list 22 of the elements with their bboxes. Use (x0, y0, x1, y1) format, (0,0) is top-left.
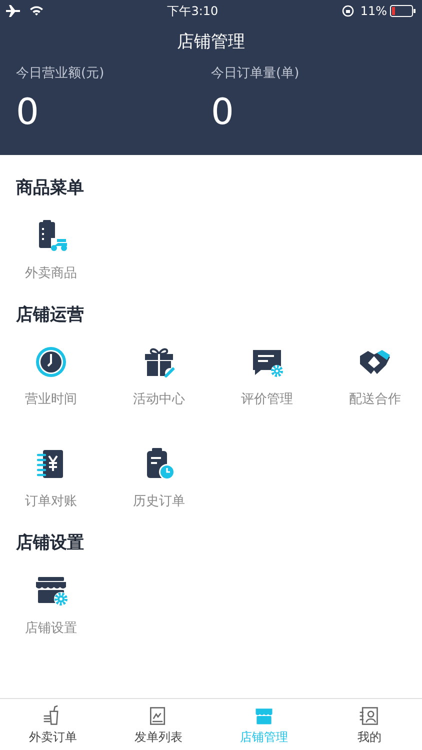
stat-label: 今日订单量(单) (211, 64, 300, 82)
battery-icon (390, 5, 416, 17)
stat-value: 0 (211, 95, 234, 131)
wifi-icon (30, 6, 43, 16)
section-title: 商品菜单 (15, 177, 85, 200)
clock-icon (33, 344, 69, 380)
tab-item[interactable]: 我的 (316, 699, 422, 750)
contact-card-icon (358, 705, 380, 727)
tab-item[interactable]: 外卖订单 (0, 699, 106, 750)
menu-item[interactable]: 外卖商品 (0, 218, 108, 282)
stat-value: 0 (16, 95, 39, 131)
rotation-lock-icon (342, 5, 354, 17)
menu-item[interactable]: 店铺设置 (0, 572, 108, 636)
page-title: 店铺管理 (177, 31, 245, 54)
stat-label: 今日营业额(元) (16, 64, 104, 82)
airplane-icon (6, 5, 20, 17)
tab-item[interactable]: 店铺管理 (211, 699, 316, 750)
tab-item[interactable]: 发单列表 (106, 699, 211, 750)
status-time: 下午3:10 (166, 3, 220, 20)
section-title: 店铺运营 (14, 304, 85, 326)
section-title: 店铺设置 (14, 532, 85, 555)
battery-percent: 11% (360, 3, 387, 20)
